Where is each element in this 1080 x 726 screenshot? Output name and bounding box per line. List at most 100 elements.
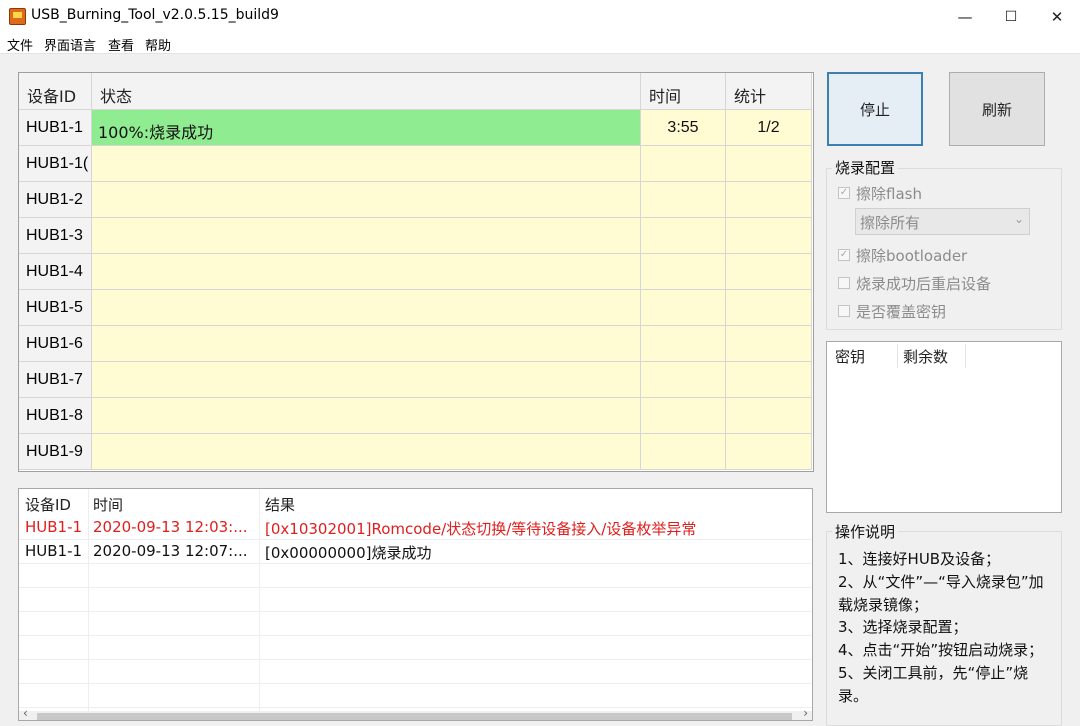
grid-device-stats	[726, 254, 812, 290]
grid-device-stats	[726, 326, 812, 362]
grid-device-id[interactable]: HUB1-5	[19, 290, 92, 326]
grid-device-time	[641, 434, 726, 470]
grid-device-time: 3:55	[641, 110, 726, 146]
close-button[interactable]: ✕	[1034, 0, 1080, 33]
erase-bootloader-checkbox[interactable]: ✓ 擦除bootloader	[838, 245, 967, 265]
grid-device-time	[641, 326, 726, 362]
title-bar: USB_Burning_Tool_v2.0.5.15_build9 — ☐ ✕	[0, 0, 1080, 33]
log-row[interactable]	[19, 563, 812, 588]
erase-flash-checkbox[interactable]: ✓ 擦除flash	[838, 183, 922, 203]
grid-device-stats	[726, 182, 812, 218]
grid-device-id[interactable]: HUB1-8	[19, 398, 92, 434]
log-list[interactable]: 设备ID 时间 结果 HUB1-1 2020-09-13 12:03:... [0x…	[18, 488, 813, 721]
grid-device-stats	[726, 146, 812, 182]
grid-device-stats	[726, 290, 812, 326]
minimize-button[interactable]: —	[942, 0, 988, 33]
log-header-result[interactable]: 结果	[265, 494, 295, 515]
log-row[interactable]: HUB1-1 2020-09-13 12:03:... [0x10302001]Ro…	[19, 515, 812, 540]
grid-device-stats	[726, 398, 812, 434]
log-row[interactable]: HUB1-1 2020-09-13 12:07:... [0x00000000]烧录…	[19, 539, 812, 564]
grid-header-status[interactable]: 状态	[92, 73, 641, 110]
grid-device-time	[641, 218, 726, 254]
grid-device-status	[92, 362, 641, 398]
grid-device-status	[92, 326, 641, 362]
log-cell-time: 2020-09-13 12:03:...	[93, 518, 248, 536]
grid-device-status	[92, 218, 641, 254]
key-list[interactable]: 密钥 剩余数	[826, 341, 1062, 513]
log-cell-id: HUB1-1	[25, 518, 83, 536]
grid-device-stats	[726, 218, 812, 254]
app-icon	[9, 8, 26, 25]
menu-file[interactable]: 文件	[7, 35, 33, 54]
stop-button[interactable]: 停止	[827, 72, 923, 146]
grid-header-stats[interactable]: 统计	[726, 73, 812, 110]
help-title: 操作说明	[832, 521, 899, 542]
checkbox-checked-icon: ✓	[838, 249, 850, 261]
grid-device-status: 100%:烧录成功	[92, 110, 641, 146]
key-list-header-key[interactable]: 密钥	[835, 346, 865, 367]
log-header-time[interactable]: 时间	[93, 494, 123, 515]
checkbox-unchecked-icon	[838, 305, 850, 317]
grid-device-id[interactable]: HUB1-7	[19, 362, 92, 398]
grid-device-id[interactable]: HUB1-4	[19, 254, 92, 290]
log-row[interactable]	[19, 659, 812, 684]
menu-help[interactable]: 帮助	[145, 35, 171, 54]
erase-bootloader-label: 擦除bootloader	[856, 246, 968, 265]
checkbox-checked-icon: ✓	[838, 187, 850, 199]
device-grid: 设备ID 状态 时间 统计 HUB1-1 100%:烧录成功 3:55 1/2 HUB1…	[18, 72, 814, 472]
grid-device-id[interactable]: HUB1-3	[19, 218, 92, 254]
erase-flash-label: 擦除flash	[856, 184, 922, 203]
horizontal-scrollbar[interactable]: ‹ ›	[19, 706, 812, 720]
overwrite-key-checkbox[interactable]: 是否覆盖密钥	[838, 301, 946, 321]
grid-device-stats	[726, 362, 812, 398]
grid-device-status	[92, 146, 641, 182]
grid-device-time	[641, 182, 726, 218]
log-cell-id: HUB1-1	[25, 542, 83, 560]
grid-device-stats	[726, 434, 812, 470]
grid-device-status	[92, 398, 641, 434]
grid-device-status	[92, 254, 641, 290]
log-row[interactable]	[19, 587, 812, 612]
scroll-right-icon[interactable]: ›	[803, 706, 808, 720]
checkbox-unchecked-icon	[838, 277, 850, 289]
log-row[interactable]	[19, 611, 812, 636]
column-separator	[897, 344, 898, 368]
grid-device-id[interactable]: HUB1-1(	[19, 146, 92, 182]
grid-device-status	[92, 290, 641, 326]
grid-device-id[interactable]: HUB1-6	[19, 326, 92, 362]
key-list-header-remain[interactable]: 剩余数	[903, 346, 948, 367]
grid-device-stats: 1/2	[726, 110, 812, 146]
column-separator	[965, 344, 966, 368]
help-text: 1、连接好HUB及设备； 2、从“文件”—“导入烧录包”加载烧录镜像； 3、选择…	[838, 550, 1044, 705]
grid-device-id[interactable]: HUB1-9	[19, 434, 92, 470]
maximize-button[interactable]: ☐	[988, 0, 1034, 33]
scrollbar-thumb[interactable]	[37, 713, 792, 720]
log-row[interactable]	[19, 683, 812, 708]
scroll-left-icon[interactable]: ‹	[23, 706, 28, 720]
menu-view[interactable]: 查看	[108, 35, 134, 54]
grid-device-status	[92, 182, 641, 218]
log-header-id[interactable]: 设备ID	[25, 494, 71, 515]
menu-language[interactable]: 界面语言	[44, 35, 96, 54]
grid-device-time	[641, 146, 726, 182]
chevron-down-icon: ⌄	[1013, 212, 1024, 226]
grid-device-time	[641, 362, 726, 398]
grid-device-time	[641, 398, 726, 434]
grid-device-id[interactable]: HUB1-2	[19, 182, 92, 218]
menu-bar: 文件 界面语言 查看 帮助	[0, 33, 1080, 54]
reboot-after-checkbox[interactable]: 烧录成功后重启设备	[838, 273, 991, 293]
grid-device-time	[641, 290, 726, 326]
grid-header-time[interactable]: 时间	[641, 73, 726, 110]
reboot-after-label: 烧录成功后重启设备	[856, 274, 992, 293]
overwrite-key-label: 是否覆盖密钥	[856, 302, 947, 321]
refresh-button[interactable]: 刷新	[949, 72, 1045, 146]
erase-mode-value: 擦除所有	[860, 214, 921, 232]
grid-device-id[interactable]: HUB1-1	[19, 110, 92, 146]
log-row[interactable]	[19, 635, 812, 660]
grid-device-status	[92, 434, 641, 470]
burn-config-title: 烧录配置	[832, 157, 899, 178]
grid-device-time	[641, 254, 726, 290]
erase-mode-select[interactable]: 擦除所有 ⌄	[855, 208, 1030, 235]
grid-header-id[interactable]: 设备ID	[19, 73, 92, 110]
window-title: USB_Burning_Tool_v2.0.5.15_build9	[31, 7, 279, 23]
